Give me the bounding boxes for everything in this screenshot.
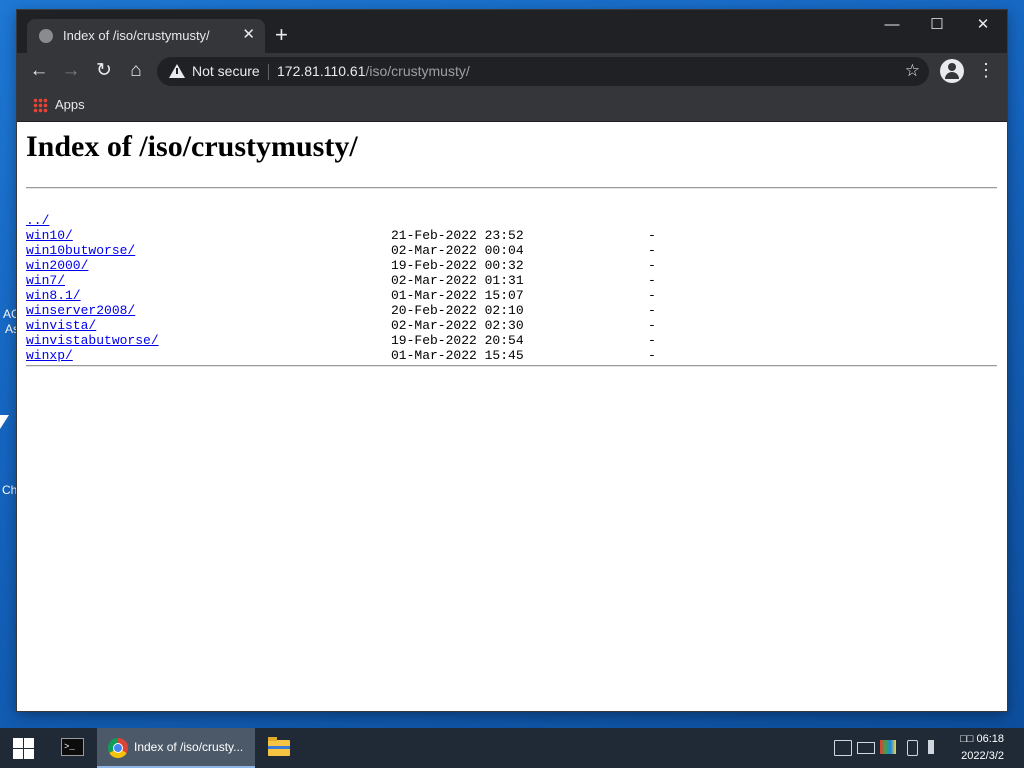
tab-active[interactable]: Index of /iso/crustymusty/ ✕ [27,19,265,53]
taskbar-terminal[interactable]: >_ [52,728,94,768]
taskbar: >_ Index of /iso/crusty... □□ 06:18 2022… [0,728,1024,768]
new-tab-button[interactable]: + [275,24,288,46]
profile-body [945,72,959,79]
home-icon[interactable]: ⌂ [124,61,148,81]
volume-muted-icon[interactable] [928,740,942,754]
start-pane [13,749,23,759]
modified-date: 21-Feb-2022 23:52 [391,228,524,243]
modified-date: 20-Feb-2022 02:10 [391,303,524,318]
file-size: - [648,243,656,258]
close-tab-icon[interactable]: ✕ [242,26,255,44]
taskbar-file-explorer[interactable] [260,728,300,768]
reload-icon[interactable]: ↻ [92,61,116,81]
file-size: - [648,273,656,288]
page-title: Index of /iso/crustymusty/ [26,130,358,163]
color-app-icon[interactable] [880,740,896,754]
minimize-button[interactable]: — [877,16,907,34]
url-text[interactable]: 172.81.110.61/iso/crustymusty/ [277,63,470,79]
start-pane [13,738,23,748]
modified-date: 02-Mar-2022 00:04 [391,243,524,258]
tab-title: Index of /iso/crustymusty/ [63,28,210,43]
address-bar[interactable]: Not secure 172.81.110.61/iso/crustymusty… [157,57,929,86]
file-size: - [648,228,656,243]
modified-date: 01-Mar-2022 15:07 [391,288,524,303]
warning-icon-mark [176,68,178,74]
directory-link[interactable]: winxp/ [26,348,73,363]
directory-link[interactable]: winvista/ [26,318,96,333]
system-clock[interactable]: □□ 06:18 2022/3/2 [960,731,1004,765]
file-size: - [648,258,656,273]
maximize-button[interactable]: ☐ [922,16,952,34]
title-bar[interactable]: Index of /iso/crustymusty/ ✕ + — ☐ ✕ [17,10,1007,53]
taskbar-chrome[interactable]: Index of /iso/crusty... [97,728,255,768]
clock-time: □□ 06:18 [960,733,1004,745]
modified-date: 02-Mar-2022 01:31 [391,273,524,288]
close-window-button[interactable]: ✕ [968,16,998,34]
file-size: - [648,288,656,303]
kebab-menu-icon[interactable]: ⋮ [977,61,995,79]
browser-window: Index of /iso/crustymusty/ ✕ + — ☐ ✕ ← →… [17,10,1007,711]
divider [26,365,997,367]
start-pane [24,738,34,748]
file-size: - [648,303,656,318]
keyboard-icon[interactable] [857,742,875,754]
windows-start-icon[interactable] [13,738,34,759]
bookmark-apps[interactable]: Apps [55,97,85,112]
chrome-icon [108,738,128,758]
terminal-icon: >_ [61,738,84,756]
modified-date: 19-Feb-2022 20:54 [391,333,524,348]
usb-device-icon[interactable] [907,740,918,756]
omnibox-divider [268,64,269,80]
globe-icon [39,29,53,43]
system-tray [830,728,954,768]
apps-grid-icon[interactable] [33,98,48,113]
forward-icon[interactable]: → [59,61,83,81]
network-icon[interactable] [834,740,852,756]
profile-head [948,63,956,71]
directory-link[interactable]: win10/ [26,228,73,243]
directory-link[interactable]: winvistabutworse/ [26,333,159,348]
parent-directory-link[interactable]: ../ [26,213,49,228]
mouse-cursor-icon [0,415,9,429]
back-icon[interactable]: ← [27,61,51,81]
file-size: - [648,333,656,348]
file-size: - [648,348,656,363]
bookmark-star-icon[interactable]: ☆ [905,61,920,81]
directory-link[interactable]: win2000/ [26,258,88,273]
modified-date: 02-Mar-2022 02:30 [391,318,524,333]
directory-link[interactable]: win7/ [26,273,65,288]
file-size: - [648,318,656,333]
folder-icon [268,737,290,756]
start-pane [24,749,34,759]
directory-link[interactable]: win10butworse/ [26,243,135,258]
browser-toolbar: ← → ↻ ⌂ Not secure 172.81.110.61/iso/cru… [17,53,1007,90]
url-path: /iso/crustymusty/ [365,63,470,79]
modified-date: 19-Feb-2022 00:32 [391,258,524,273]
url-host: 172.81.110.61 [277,63,366,79]
desktop-icon-label[interactable]: Ch [2,483,17,497]
modified-date: 01-Mar-2022 15:45 [391,348,524,363]
taskbar-chrome-label: Index of /iso/crusty... [134,740,244,754]
page-content: Index of /iso/crustymusty/ ../ win10/ 21… [17,122,1007,711]
profile-avatar-icon[interactable] [940,59,964,83]
directory-link[interactable]: win8.1/ [26,288,81,303]
security-indicator[interactable]: Not secure [192,63,260,79]
clock-date: 2022/3/2 [961,750,1004,762]
divider [26,187,997,189]
directory-link[interactable]: winserver2008/ [26,303,135,318]
bookmarks-bar: Apps [17,90,1007,122]
